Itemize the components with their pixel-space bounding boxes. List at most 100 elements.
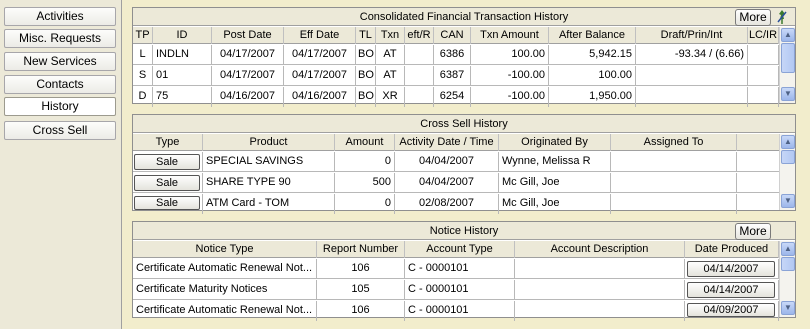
table-row[interactable]: D 75 04/16/2007 04/16/2007 BO XR 6254 -1… xyxy=(133,87,779,107)
date-produced-button[interactable]: 04/14/2007 xyxy=(687,282,775,298)
cell-amount: 0 xyxy=(335,152,395,172)
notices-scrollbar[interactable]: ▲ ▼ xyxy=(779,241,795,317)
cell-can: 6387 xyxy=(434,66,471,86)
cell-tp: L xyxy=(133,45,153,65)
table-row[interactable]: Sale SHARE TYPE 90 500 04/04/2007 Mc Gil… xyxy=(133,173,779,193)
cell-activity-date: 02/08/2007 xyxy=(395,194,499,214)
nav-cross-sell[interactable]: Cross Sell xyxy=(4,121,116,140)
cell-report-number: 106 xyxy=(317,259,405,279)
content-area: Consolidated Financial Transaction Histo… xyxy=(121,0,810,329)
nav-history[interactable]: History xyxy=(4,97,116,116)
arrow-up-icon[interactable]: ▲ xyxy=(781,242,795,256)
cell-post-date: 04/17/2007 xyxy=(212,66,284,86)
sale-button[interactable]: Sale xyxy=(134,196,200,210)
nav-activities[interactable]: Activities xyxy=(4,7,116,26)
cell-post-date: 04/16/2007 xyxy=(212,87,284,107)
cross-sell-header: Type Product Amount Activity Date / Time… xyxy=(133,134,779,151)
notices-header: Notice Type Report Number Account Type A… xyxy=(133,241,779,258)
cell-id: INDLN xyxy=(153,45,212,65)
nav-misc-requests[interactable]: Misc. Requests xyxy=(4,29,116,48)
arrow-down-icon[interactable]: ▼ xyxy=(781,194,795,208)
cell-tl: BO xyxy=(356,87,376,107)
nav-new-services[interactable]: New Services xyxy=(4,52,116,71)
cell-product: SPECIAL SAVINGS xyxy=(203,152,335,172)
col-eff-date: Eff Date xyxy=(284,27,356,44)
cell-date-produced: 04/14/2007 xyxy=(685,280,779,300)
col-eft-r: eft/R xyxy=(405,27,434,44)
cell-eff-date: 04/17/2007 xyxy=(284,66,356,86)
col-tl: TL xyxy=(356,27,376,44)
cell-account-description xyxy=(515,280,685,300)
table-row[interactable]: S 01 04/17/2007 04/17/2007 BO AT 6387 -1… xyxy=(133,66,779,86)
transactions-more-button[interactable]: More xyxy=(735,9,771,26)
cell-originated-by: Mc Gill, Joe xyxy=(499,194,611,214)
sale-button[interactable]: Sale xyxy=(134,175,200,191)
table-row[interactable]: Certificate Maturity Notices 105 C - 000… xyxy=(133,280,779,300)
scroll-thumb[interactable] xyxy=(781,43,795,73)
cell-type: Sale xyxy=(133,152,203,172)
nav-contacts[interactable]: Contacts xyxy=(4,75,116,94)
table-row[interactable]: Certificate Automatic Renewal Not... 106… xyxy=(133,301,779,321)
cell-activity-date: 04/04/2007 xyxy=(395,173,499,193)
col-notice-type: Notice Type xyxy=(133,241,317,258)
cell-txn-amount: -100.00 xyxy=(471,87,549,107)
table-row[interactable]: L INDLN 04/17/2007 04/17/2007 BO AT 6386… xyxy=(133,45,779,65)
arrow-up-icon[interactable]: ▲ xyxy=(781,28,795,42)
cell-amount: 0 xyxy=(335,194,395,214)
cell-can: 6386 xyxy=(434,45,471,65)
cell-date-produced: 04/14/2007 xyxy=(685,259,779,279)
table-row[interactable]: Certificate Automatic Renewal Not... 106… xyxy=(133,259,779,279)
cell-type: Sale xyxy=(133,194,203,214)
col-report-number: Report Number xyxy=(317,241,405,258)
transaction-history-title: Consolidated Financial Transaction Histo… xyxy=(133,8,795,26)
cell-after-balance: 1,950.00 xyxy=(549,87,636,107)
cell-account-description xyxy=(515,259,685,279)
cell-assigned-to xyxy=(611,152,737,172)
cross-sell-panel: Cross Sell History Type Product Amount A… xyxy=(132,114,796,214)
transactions-scrollbar[interactable]: ▲ ▼ xyxy=(779,27,795,103)
cell-txn: AT xyxy=(376,45,405,65)
cell-txn-amount: 100.00 xyxy=(471,45,549,65)
col-originated-by: Originated By xyxy=(499,134,611,151)
col-amount: Amount xyxy=(335,134,395,151)
cell-report-number: 105 xyxy=(317,280,405,300)
cell-type: Sale xyxy=(133,173,203,193)
cell-notice-type: Certificate Automatic Renewal Not... xyxy=(133,259,317,279)
cell-report-number: 106 xyxy=(317,301,405,321)
scroll-thumb[interactable] xyxy=(781,150,795,164)
cell-can: 6254 xyxy=(434,87,471,107)
date-produced-button[interactable]: 04/09/2007 xyxy=(687,303,775,317)
scroll-thumb[interactable] xyxy=(781,257,795,271)
cell-product: SHARE TYPE 90 xyxy=(203,173,335,193)
cell-eft-r xyxy=(405,66,434,86)
cell-tp: D xyxy=(133,87,153,107)
cell-originated-by: Wynne, Melissa R xyxy=(499,152,611,172)
notices-more-button[interactable]: More xyxy=(735,223,771,240)
col-date-produced: Date Produced xyxy=(685,241,779,258)
cell-originated-by: Mc Gill, Joe xyxy=(499,173,611,193)
table-row[interactable]: Sale ATM Card - TOM 0 02/08/2007 Mc Gill… xyxy=(133,194,779,214)
date-produced-button[interactable]: 04/14/2007 xyxy=(687,261,775,277)
cell-eft-r xyxy=(405,45,434,65)
cell-txn: XR xyxy=(376,87,405,107)
col-after-balance: After Balance xyxy=(549,27,636,44)
col-post-date: Post Date xyxy=(212,27,284,44)
pin-icon[interactable] xyxy=(773,8,791,26)
col-account-description: Account Description xyxy=(515,241,685,258)
cross-sell-scrollbar[interactable]: ▲ ▼ xyxy=(779,134,795,210)
cell-lc-ir xyxy=(748,87,779,107)
sale-button[interactable]: Sale xyxy=(134,154,200,170)
cell-assigned-to xyxy=(611,173,737,193)
cell-eff-date: 04/17/2007 xyxy=(284,45,356,65)
table-row[interactable]: Sale SPECIAL SAVINGS 0 04/04/2007 Wynne,… xyxy=(133,152,779,172)
arrow-up-icon[interactable]: ▲ xyxy=(781,135,795,149)
transactions-header: TP ID Post Date Eff Date TL Txn eft/R CA… xyxy=(133,27,779,44)
col-type: Type xyxy=(133,134,203,151)
arrow-down-icon[interactable]: ▼ xyxy=(781,301,795,315)
arrow-down-icon[interactable]: ▼ xyxy=(781,87,795,101)
cell-tl: BO xyxy=(356,66,376,86)
cell-account-type: C - 0000101 xyxy=(405,301,515,321)
cell-notice-type: Certificate Automatic Renewal Not... xyxy=(133,301,317,321)
cell-notice-type: Certificate Maturity Notices xyxy=(133,280,317,300)
cell-after-balance: 5,942.15 xyxy=(549,45,636,65)
